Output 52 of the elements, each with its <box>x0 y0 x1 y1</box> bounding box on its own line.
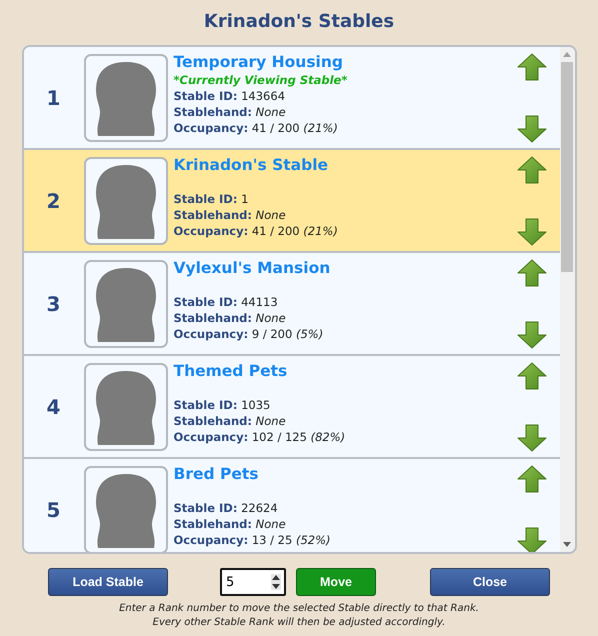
stablehand-text: Stablehand: None <box>174 412 287 428</box>
occupancy-text: Occupancy: 102 / 125 (82%) <box>174 428 346 444</box>
scrollbar[interactable] <box>560 47 574 552</box>
stable-id-text: Stable ID: 1035 <box>174 396 272 412</box>
rank-number: 1 <box>46 86 62 110</box>
stable-name[interactable]: Bred Pets <box>174 464 512 484</box>
close-button[interactable]: Close <box>430 568 550 596</box>
avatar-icon <box>94 162 158 238</box>
stable-id-text: Stable ID: 143664 <box>174 88 286 104</box>
status-text: *Currently Viewing Stable* <box>174 72 348 88</box>
up-arrow-icon[interactable] <box>516 464 546 492</box>
down-arrow-icon[interactable] <box>516 114 546 142</box>
stable-id-text: Stable ID: 44113 <box>174 294 279 310</box>
help-text: Enter a Rank number to move the selected Stable directly to that Rank. <box>119 602 479 616</box>
up-arrow-icon[interactable] <box>516 52 546 80</box>
up-arrow-icon[interactable] <box>516 362 546 390</box>
stable-row[interactable]: 1 Temporary Housing *Currently Viewing Stable* Stable ID: 143664 Stablehand: None Occupancy: 41 / 200 (21%) <box>24 47 560 150</box>
rank-number: 3 <box>46 292 62 316</box>
rank-input[interactable]: 5 <box>220 568 286 596</box>
avatar-icon <box>94 60 158 136</box>
up-arrow-icon[interactable] <box>516 258 546 286</box>
load-stable-button[interactable]: Load Stable <box>48 568 168 596</box>
stable-id-text: Stable ID: 22624 <box>174 500 279 516</box>
stablehand-text: Stablehand: None <box>174 310 287 326</box>
occupancy-text: Occupancy: 41 / 200 (21%) <box>174 222 339 238</box>
help-text: Every other Stable Rank will then be adjusted accordingly. <box>152 616 446 630</box>
up-arrow-icon[interactable] <box>516 156 546 184</box>
stable-name[interactable]: Temporary Housing <box>174 52 512 72</box>
occupancy-text: Occupancy: 9 / 200 (5%) <box>174 326 324 342</box>
stablehand-text: Stablehand: None <box>174 104 287 120</box>
stable-row[interactable]: 2 Krinadon's Stable Stable ID: 1 Stablehand: None Occupancy: 41 / 200 (21%) <box>24 150 560 253</box>
stable-name[interactable]: Vylexul's Mansion <box>174 258 512 278</box>
spinner-icon[interactable] <box>271 574 281 590</box>
down-arrow-icon[interactable] <box>516 320 546 348</box>
stable-name[interactable]: Themed Pets <box>174 360 512 380</box>
rank-number: 2 <box>46 188 62 212</box>
scroll-down-icon[interactable] <box>563 542 571 547</box>
down-arrow-icon[interactable] <box>516 526 546 552</box>
avatar-icon <box>94 266 158 342</box>
stablehand-text: Stablehand: None <box>174 516 287 532</box>
stablehand-text: Stablehand: None <box>174 206 287 222</box>
occupancy-text: Occupancy: 13 / 25 (52%) <box>174 532 332 548</box>
move-button[interactable]: Move <box>296 568 376 596</box>
down-arrow-icon[interactable] <box>516 218 546 246</box>
stable-id-text: Stable ID: 1 <box>174 190 250 206</box>
dialog-title: Krinadon's Stables <box>204 10 394 34</box>
occupancy-text: Occupancy: 41 / 200 (21%) <box>174 120 339 136</box>
avatar-icon <box>94 368 158 444</box>
down-arrow-icon[interactable] <box>516 424 546 452</box>
avatar-icon <box>94 472 158 548</box>
rank-number: 5 <box>46 498 62 522</box>
rank-number: 4 <box>46 394 62 418</box>
